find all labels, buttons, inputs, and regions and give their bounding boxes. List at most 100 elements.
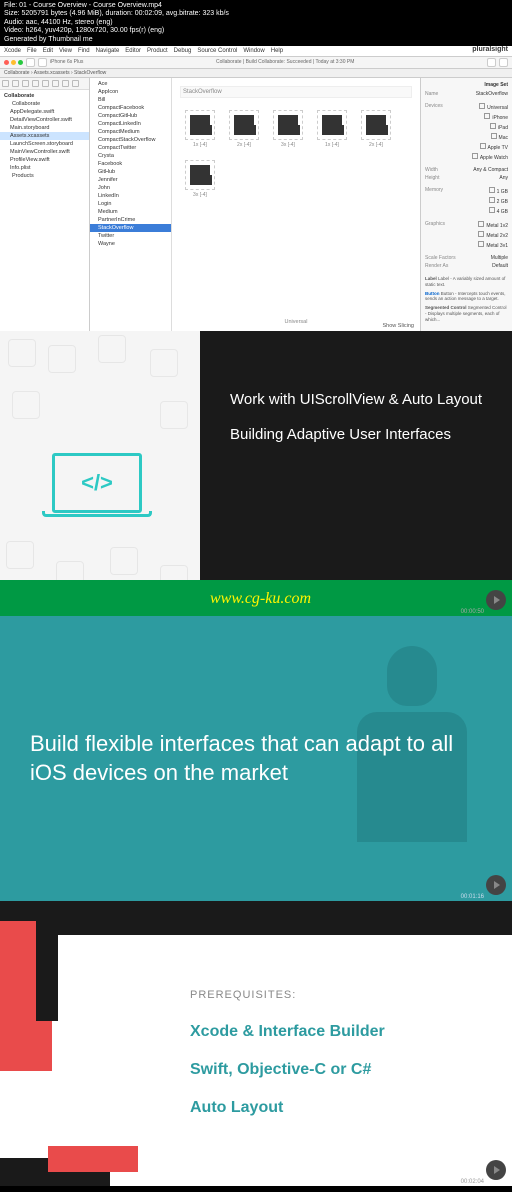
code-icon: </> [81,470,113,496]
checkbox[interactable] [484,113,490,119]
panel-toggle-button[interactable] [499,58,508,67]
scale-select[interactable]: Multiple [491,255,508,261]
tree-item[interactable]: Collaborate [0,100,89,108]
asset-item[interactable]: Twitter [90,232,171,240]
asset-item[interactable]: CompactTwitter [90,144,171,152]
tree-item[interactable]: Main.storyboard [0,124,89,132]
asset-slot[interactable]: 2x [-4] [228,110,260,148]
minimize-icon[interactable] [11,60,16,65]
library-button-item[interactable]: Button Button - Intercepts touch events,… [425,291,508,303]
asset-item[interactable]: LinkedIn [90,192,171,200]
asset-item[interactable]: Medium [90,208,171,216]
asset-item[interactable]: CompactGitHub [90,112,171,120]
asset-title: StackOverflow [180,86,412,98]
checkbox[interactable] [489,207,495,213]
asset-slot[interactable]: 2x [-4] [360,110,392,148]
pluralsight-logo-icon [486,875,506,895]
asset-slot[interactable]: 1x [-4] [316,110,348,148]
tree-item-selected[interactable]: Assets.xcassets [0,132,89,140]
tree-item[interactable]: ProfileView.swift [0,156,89,164]
checkbox[interactable] [478,241,484,247]
menu-editor[interactable]: Editor [125,48,141,54]
nav-tab-icon[interactable] [32,80,39,87]
asset-slot[interactable]: 3x [-4] [184,160,216,198]
menu-help[interactable]: Help [271,48,283,54]
nav-tab-icon[interactable] [52,80,59,87]
menu-file[interactable]: File [27,48,37,54]
asset-item[interactable]: CompactMedium [90,128,171,136]
menu-navigate[interactable]: Navigate [96,48,120,54]
prereq-content: PREREQUISITES: Xcode & Interface Builder… [190,989,385,1137]
menu-edit[interactable]: Edit [43,48,53,54]
prereq-item: Swift, Objective-C or C# [190,1061,385,1079]
run-button[interactable] [26,58,35,67]
asset-item[interactable]: CompactLinkedIn [90,120,171,128]
checkbox[interactable] [480,143,486,149]
checkbox[interactable] [489,187,495,193]
nav-tab-icon[interactable] [72,80,79,87]
tree-item[interactable]: DetailViewController.swift [0,116,89,124]
menu-window[interactable]: Window [243,48,264,54]
tree-item[interactable]: Collaborate [0,92,89,100]
height-select[interactable]: Any [499,175,508,181]
editor-mode-button[interactable] [487,58,496,67]
checkbox[interactable] [478,231,484,237]
menu-view[interactable]: View [59,48,72,54]
asset-item[interactable]: GitHub [90,168,171,176]
asset-item[interactable]: CompactStackOverflow [90,136,171,144]
tree-item[interactable]: LaunchScreen.storyboard [0,140,89,148]
stackoverflow-icon [190,165,210,185]
asset-list: Ace AppIcon Bill CompactFacebook Compact… [90,78,172,331]
toolbar: iPhone 6s Plus Collaborate | Build Colla… [0,57,512,69]
asset-item[interactable]: Crysta [90,152,171,160]
nav-tab-icon[interactable] [12,80,19,87]
asset-item[interactable]: PartnerInCrime [90,216,171,224]
asset-item[interactable]: AppIcon [90,88,171,96]
checkbox[interactable] [491,133,497,139]
stackoverflow-icon [322,115,342,135]
stop-button[interactable] [38,58,47,67]
nav-tab-icon[interactable] [42,80,49,87]
scheme-selector[interactable]: iPhone 6s Plus [50,59,83,65]
asset-item[interactable]: Jennifer [90,176,171,184]
asset-name-field[interactable]: StackOverflow [476,91,508,97]
asset-item[interactable]: Bill [90,96,171,104]
nav-tab-icon[interactable] [2,80,9,87]
menu-sourcecontrol[interactable]: Source Control [197,48,237,54]
nav-tab-icon[interactable] [22,80,29,87]
checkbox[interactable] [479,103,485,109]
menu-debug[interactable]: Debug [174,48,192,54]
asset-item[interactable]: Login [90,200,171,208]
tree-item[interactable]: AppDelegate.swift [0,108,89,116]
asset-item[interactable]: Wayne [90,240,171,248]
checkbox[interactable] [472,153,478,159]
asset-item[interactable]: John [90,184,171,192]
asset-item[interactable]: Facebook [90,160,171,168]
menu-find[interactable]: Find [78,48,90,54]
tree-item[interactable]: MainViewController.swift [0,148,89,156]
asset-item-selected[interactable]: StackOverflow [90,224,171,232]
menu-xcode[interactable]: Xcode [4,48,21,54]
zoom-icon[interactable] [18,60,23,65]
library-segmented-item[interactable]: Segmented Control Segmented Control - Di… [425,305,508,323]
checkbox[interactable] [490,123,496,129]
close-icon[interactable] [4,60,9,65]
library-label-item[interactable]: Label Label - A variably sized amount of… [425,276,508,288]
tree-item[interactable]: Products [0,172,89,180]
show-slicing-button[interactable]: Show Slicing [383,323,415,329]
checkbox[interactable] [478,221,484,227]
asset-item[interactable]: Ace [90,80,171,88]
tree-item[interactable]: Info.plist [0,164,89,172]
breadcrumb[interactable]: Collaborate › Assets.xcassets › StackOve… [4,70,106,76]
width-select[interactable]: Any & Compact [473,167,508,173]
pluralsight-logo-icon [486,590,506,610]
meta-audio: Audio: aac, 44100 Hz, stereo (eng) [4,19,508,27]
decor-bar [0,901,512,935]
asset-slot[interactable]: 1x [-4] [184,110,216,148]
nav-tab-icon[interactable] [62,80,69,87]
menu-product[interactable]: Product [147,48,168,54]
asset-slot[interactable]: 3x [-4] [272,110,304,148]
render-select[interactable]: Default [492,263,508,269]
checkbox[interactable] [489,197,495,203]
asset-item[interactable]: CompactFacebook [90,104,171,112]
